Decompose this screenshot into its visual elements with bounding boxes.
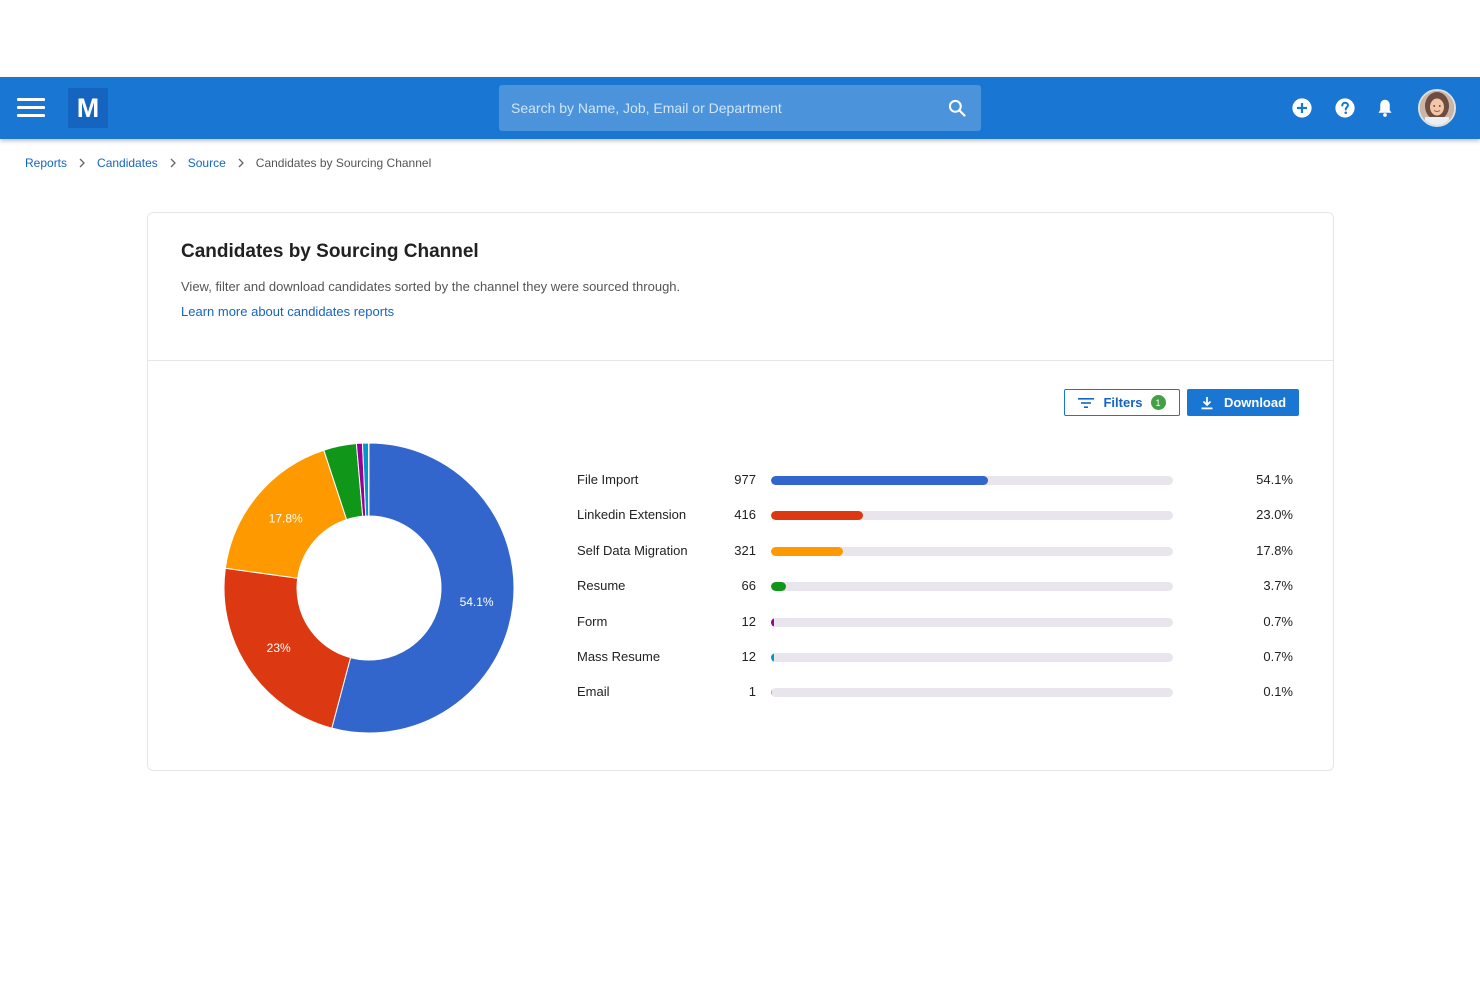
channel-bar-fill bbox=[771, 546, 843, 556]
breadcrumb-candidates[interactable]: Candidates bbox=[97, 156, 158, 170]
channel-count: 12 bbox=[741, 613, 756, 629]
channel-label: Self Data Migration bbox=[577, 542, 688, 558]
channel-bar-fill bbox=[771, 688, 772, 698]
page-title: Candidates by Sourcing Channel bbox=[181, 241, 479, 262]
channel-bar-track bbox=[771, 476, 1173, 485]
chevron-right-icon bbox=[158, 158, 188, 168]
channel-percent: 3.7% bbox=[1263, 578, 1293, 594]
channel-bar-track bbox=[771, 546, 1173, 556]
channel-label: Email bbox=[577, 684, 610, 700]
search-input[interactable] bbox=[499, 85, 929, 131]
search-box bbox=[499, 85, 981, 131]
channel-bar-track bbox=[771, 653, 1173, 662]
donut-slice-label: 17.8% bbox=[269, 511, 303, 525]
divider bbox=[148, 360, 1333, 361]
breadcrumb-reports[interactable]: Reports bbox=[25, 156, 67, 170]
channel-bar-track bbox=[771, 582, 1173, 592]
channel-count: 416 bbox=[734, 507, 756, 523]
channel-row: Mass Resume 12 0.7% bbox=[577, 647, 1297, 667]
help-icon[interactable] bbox=[1334, 97, 1356, 119]
channel-percent: 0.7% bbox=[1263, 649, 1293, 664]
add-icon[interactable] bbox=[1291, 97, 1313, 119]
channel-count: 12 bbox=[741, 649, 756, 664]
channel-percent: 0.1% bbox=[1263, 684, 1293, 700]
channel-row: Form 12 0.7% bbox=[577, 612, 1297, 632]
page-description: View, filter and download candidates sor… bbox=[181, 279, 681, 294]
breadcrumb-source[interactable]: Source bbox=[188, 156, 226, 170]
channel-row: Resume 66 3.7% bbox=[577, 576, 1297, 596]
download-label: Download bbox=[1223, 395, 1287, 410]
filters-label: Filters bbox=[1103, 395, 1143, 410]
channel-row: File Import 977 54.1% bbox=[577, 470, 1297, 490]
notifications-icon[interactable] bbox=[1374, 97, 1396, 119]
channel-bar-fill bbox=[771, 653, 774, 662]
user-avatar[interactable] bbox=[1418, 89, 1456, 127]
donut-slice-label: 23% bbox=[267, 641, 291, 655]
channel-label: Linkedin Extension bbox=[577, 507, 687, 523]
donut-slice-email[interactable] bbox=[367, 443, 370, 517]
channel-count: 1 bbox=[748, 684, 756, 700]
channel-bar-track bbox=[771, 688, 1173, 698]
chevron-right-icon bbox=[226, 158, 256, 168]
channel-bar-fill bbox=[771, 617, 774, 627]
channel-count: 321 bbox=[734, 542, 756, 558]
filters-button[interactable]: Filters 1 bbox=[1064, 389, 1180, 416]
filter-icon bbox=[1078, 397, 1095, 408]
channel-row: Linkedin Extension 416 23.0% bbox=[577, 505, 1297, 525]
channel-percent: 17.8% bbox=[1256, 542, 1293, 558]
channel-bar-fill bbox=[771, 582, 786, 592]
channel-bar-fill bbox=[771, 476, 989, 485]
channel-percent: 0.7% bbox=[1263, 613, 1293, 629]
top-app-bar: M bbox=[0, 77, 1480, 139]
channel-label: Mass Resume bbox=[577, 649, 661, 664]
download-icon bbox=[1201, 396, 1213, 409]
filters-count-badge: 1 bbox=[1150, 395, 1166, 410]
search-icon[interactable] bbox=[947, 98, 967, 118]
download-button[interactable]: Download bbox=[1187, 389, 1299, 416]
channel-bar-track bbox=[771, 617, 1173, 627]
sourcing-donut-chart: 54.1% 23% 17.8% bbox=[224, 443, 514, 733]
channel-bar-track bbox=[771, 511, 1173, 521]
chevron-right-icon bbox=[67, 158, 97, 168]
channel-row: Email 1 0.1% bbox=[577, 682, 1297, 702]
donut-slice-label: 54.1% bbox=[460, 595, 494, 609]
breadcrumb-current: Candidates by Sourcing Channel bbox=[255, 156, 432, 170]
channel-row: Self Data Migration 321 17.8% bbox=[577, 541, 1297, 561]
channel-label: File Import bbox=[577, 472, 639, 487]
menu-icon[interactable] bbox=[17, 98, 45, 118]
channel-bar-fill bbox=[771, 511, 864, 521]
channel-percent: 23.0% bbox=[1256, 507, 1293, 523]
channel-count: 977 bbox=[734, 472, 756, 487]
channel-label: Form bbox=[577, 613, 608, 629]
breadcrumb: Reports Candidates Source Candidates by … bbox=[25, 156, 431, 170]
channel-label: Resume bbox=[577, 578, 626, 594]
channel-percent: 54.1% bbox=[1256, 472, 1293, 487]
app-logo[interactable]: M bbox=[68, 88, 108, 128]
report-card: Candidates by Sourcing Channel View, fil… bbox=[147, 212, 1334, 771]
learn-more-link[interactable]: Learn more about candidates reports bbox=[181, 304, 394, 319]
channel-count: 66 bbox=[741, 578, 756, 594]
